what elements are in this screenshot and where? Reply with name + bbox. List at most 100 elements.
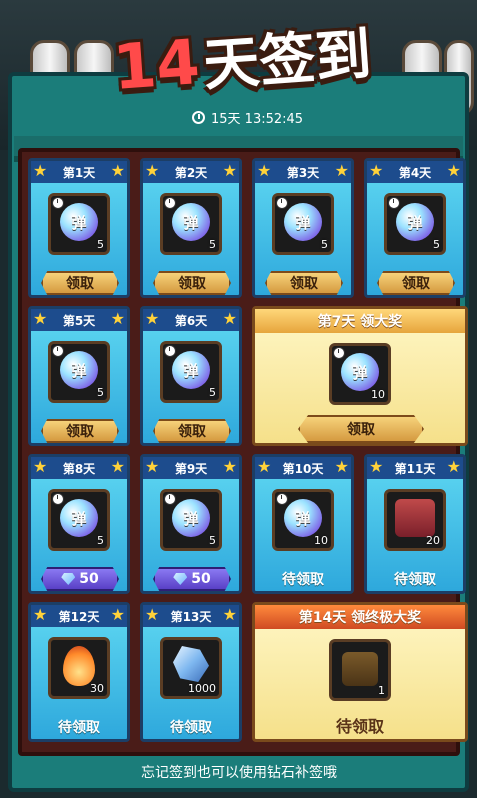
claim-button[interactable]: 领取 xyxy=(153,419,231,443)
diamond-makeup-button[interactable]: 50 xyxy=(153,567,231,591)
star-icon: ★ xyxy=(257,161,272,180)
bullet-orb-icon: 弹 xyxy=(172,203,210,241)
footer-hint: 忘记签到也可以使用钻石补签哦 xyxy=(141,765,337,781)
title-banner: 14 天签到 xyxy=(110,8,375,114)
day-label: 第7天 领大奖 xyxy=(255,309,465,333)
reward-item[interactable]: 弹 5 xyxy=(48,193,110,255)
star-icon: ★ xyxy=(222,161,237,180)
day-card-12: 第12天 ★ ★ 30 待领取 xyxy=(28,602,130,742)
claim-button[interactable]: 领取 xyxy=(41,419,119,443)
star-icon: ★ xyxy=(145,457,160,476)
clock-icon xyxy=(164,345,176,357)
pending-label: 待领取 xyxy=(335,717,384,736)
claim-button[interactable]: 领取 xyxy=(153,271,231,295)
bullet-orb-icon: 弹 xyxy=(60,351,98,389)
claim-button[interactable]: 领取 xyxy=(41,271,119,295)
reward-item[interactable]: 1000 xyxy=(160,637,222,699)
item-quantity: 5 xyxy=(97,238,104,251)
star-icon: ★ xyxy=(369,457,384,476)
reward-item[interactable]: 弹 5 xyxy=(48,341,110,403)
page-title: 14 天签到 xyxy=(110,9,375,107)
day-card-1: 第1天 ★ ★ 弹 5 领取 xyxy=(28,158,130,298)
star-icon: ★ xyxy=(222,309,237,328)
costume-chest-icon xyxy=(395,499,435,537)
reward-item[interactable]: 弹 5 xyxy=(48,489,110,551)
item-quantity: 5 xyxy=(209,238,216,251)
bullet-orb-icon: 弹 xyxy=(396,203,434,241)
day-card-11: 第11天 ★ ★ 20 待领取 xyxy=(364,454,466,594)
star-icon: ★ xyxy=(110,457,125,476)
item-quantity: 5 xyxy=(97,386,104,399)
clock-icon xyxy=(164,197,176,209)
claim-button[interactable]: 领取 xyxy=(377,271,455,295)
pending-label: 待领取 xyxy=(170,720,212,736)
item-quantity: 5 xyxy=(209,534,216,547)
day-card-13: 第13天 ★ ★ 1000 待领取 xyxy=(140,602,242,742)
claim-button[interactable]: 领取 xyxy=(298,415,424,443)
clock-icon xyxy=(52,197,64,209)
star-icon: ★ xyxy=(369,161,384,180)
reward-item[interactable]: 弹 5 xyxy=(272,193,334,255)
star-icon: ★ xyxy=(33,605,48,624)
reward-item[interactable]: 1 xyxy=(329,639,391,701)
star-icon: ★ xyxy=(145,161,160,180)
pending-label: 待领取 xyxy=(282,572,324,588)
title-text: 天签到 xyxy=(201,21,374,99)
claim-button[interactable]: 领取 xyxy=(265,271,343,295)
fire-spirit-icon xyxy=(63,646,95,686)
star-icon: ★ xyxy=(110,605,125,624)
day-card-8: 第8天 ★ ★ 弹 5 50 xyxy=(28,454,130,594)
pending-label: 待领取 xyxy=(58,720,100,736)
day-card-10: 第10天 ★ ★ 弹 10 待领取 xyxy=(252,454,354,594)
day-card-5: 第5天 ★ ★ 弹 5 领取 xyxy=(28,306,130,446)
item-quantity: 20 xyxy=(426,534,440,547)
star-icon: ★ xyxy=(33,457,48,476)
clock-icon xyxy=(52,345,64,357)
day-card-9: 第9天 ★ ★ 弹 5 50 xyxy=(140,454,242,594)
bullet-orb-icon: 弹 xyxy=(284,203,322,241)
item-quantity: 5 xyxy=(97,534,104,547)
crystal-icon xyxy=(173,646,209,682)
clock-icon xyxy=(276,493,288,505)
clock-icon xyxy=(388,197,400,209)
star-icon: ★ xyxy=(110,161,125,180)
star-icon: ★ xyxy=(446,457,461,476)
diamond-icon xyxy=(173,573,188,585)
diamond-icon xyxy=(61,573,76,585)
star-icon: ★ xyxy=(222,605,237,624)
day-card-2: 第2天 ★ ★ 弹 5 领取 xyxy=(140,158,242,298)
reward-item[interactable]: 弹 5 xyxy=(160,489,222,551)
clock-icon xyxy=(52,493,64,505)
star-icon: ★ xyxy=(334,457,349,476)
clock-icon xyxy=(192,111,205,124)
day-card-7-grand: 第7天 领大奖 弹 10 领取 xyxy=(252,306,468,446)
star-icon: ★ xyxy=(33,309,48,328)
countdown-timer: 15天 13:52:45 xyxy=(192,108,303,127)
day-card-4: 第4天 ★ ★ 弹 5 领取 xyxy=(364,158,466,298)
reward-item[interactable]: 弹 10 xyxy=(272,489,334,551)
item-quantity: 1000 xyxy=(188,682,216,695)
clock-icon xyxy=(333,347,345,359)
bullet-orb-icon: 弹 xyxy=(341,353,379,391)
bullet-orb-icon: 弹 xyxy=(60,499,98,537)
bullet-orb-icon: 弹 xyxy=(172,499,210,537)
reward-item[interactable]: 弹 5 xyxy=(160,341,222,403)
star-icon: ★ xyxy=(145,605,160,624)
reward-item[interactable]: 弹 5 xyxy=(384,193,446,255)
reward-item[interactable]: 20 xyxy=(384,489,446,551)
day-card-3: 第3天 ★ ★ 弹 5 领取 xyxy=(252,158,354,298)
reward-item[interactable]: 弹 10 xyxy=(329,343,391,405)
star-icon: ★ xyxy=(222,457,237,476)
item-quantity: 5 xyxy=(433,238,440,251)
star-icon: ★ xyxy=(257,457,272,476)
reward-item[interactable]: 30 xyxy=(48,637,110,699)
star-icon: ★ xyxy=(446,161,461,180)
diamond-makeup-button[interactable]: 50 xyxy=(41,567,119,591)
bullet-orb-icon: 弹 xyxy=(60,203,98,241)
day-card-14-grand: 第14天 领终极大奖 1 待领取 xyxy=(252,602,468,742)
clock-icon xyxy=(164,493,176,505)
day-card-6: 第6天 ★ ★ 弹 5 领取 xyxy=(140,306,242,446)
reward-item[interactable]: 弹 5 xyxy=(160,193,222,255)
timer-text: 15天 13:52:45 xyxy=(211,112,304,127)
reward-board: 第1天 ★ ★ 弹 5 领取 第2天 ★ ★ 弹 5 领取 第3天 ★ ★ 弹 5 领… xyxy=(18,148,468,756)
